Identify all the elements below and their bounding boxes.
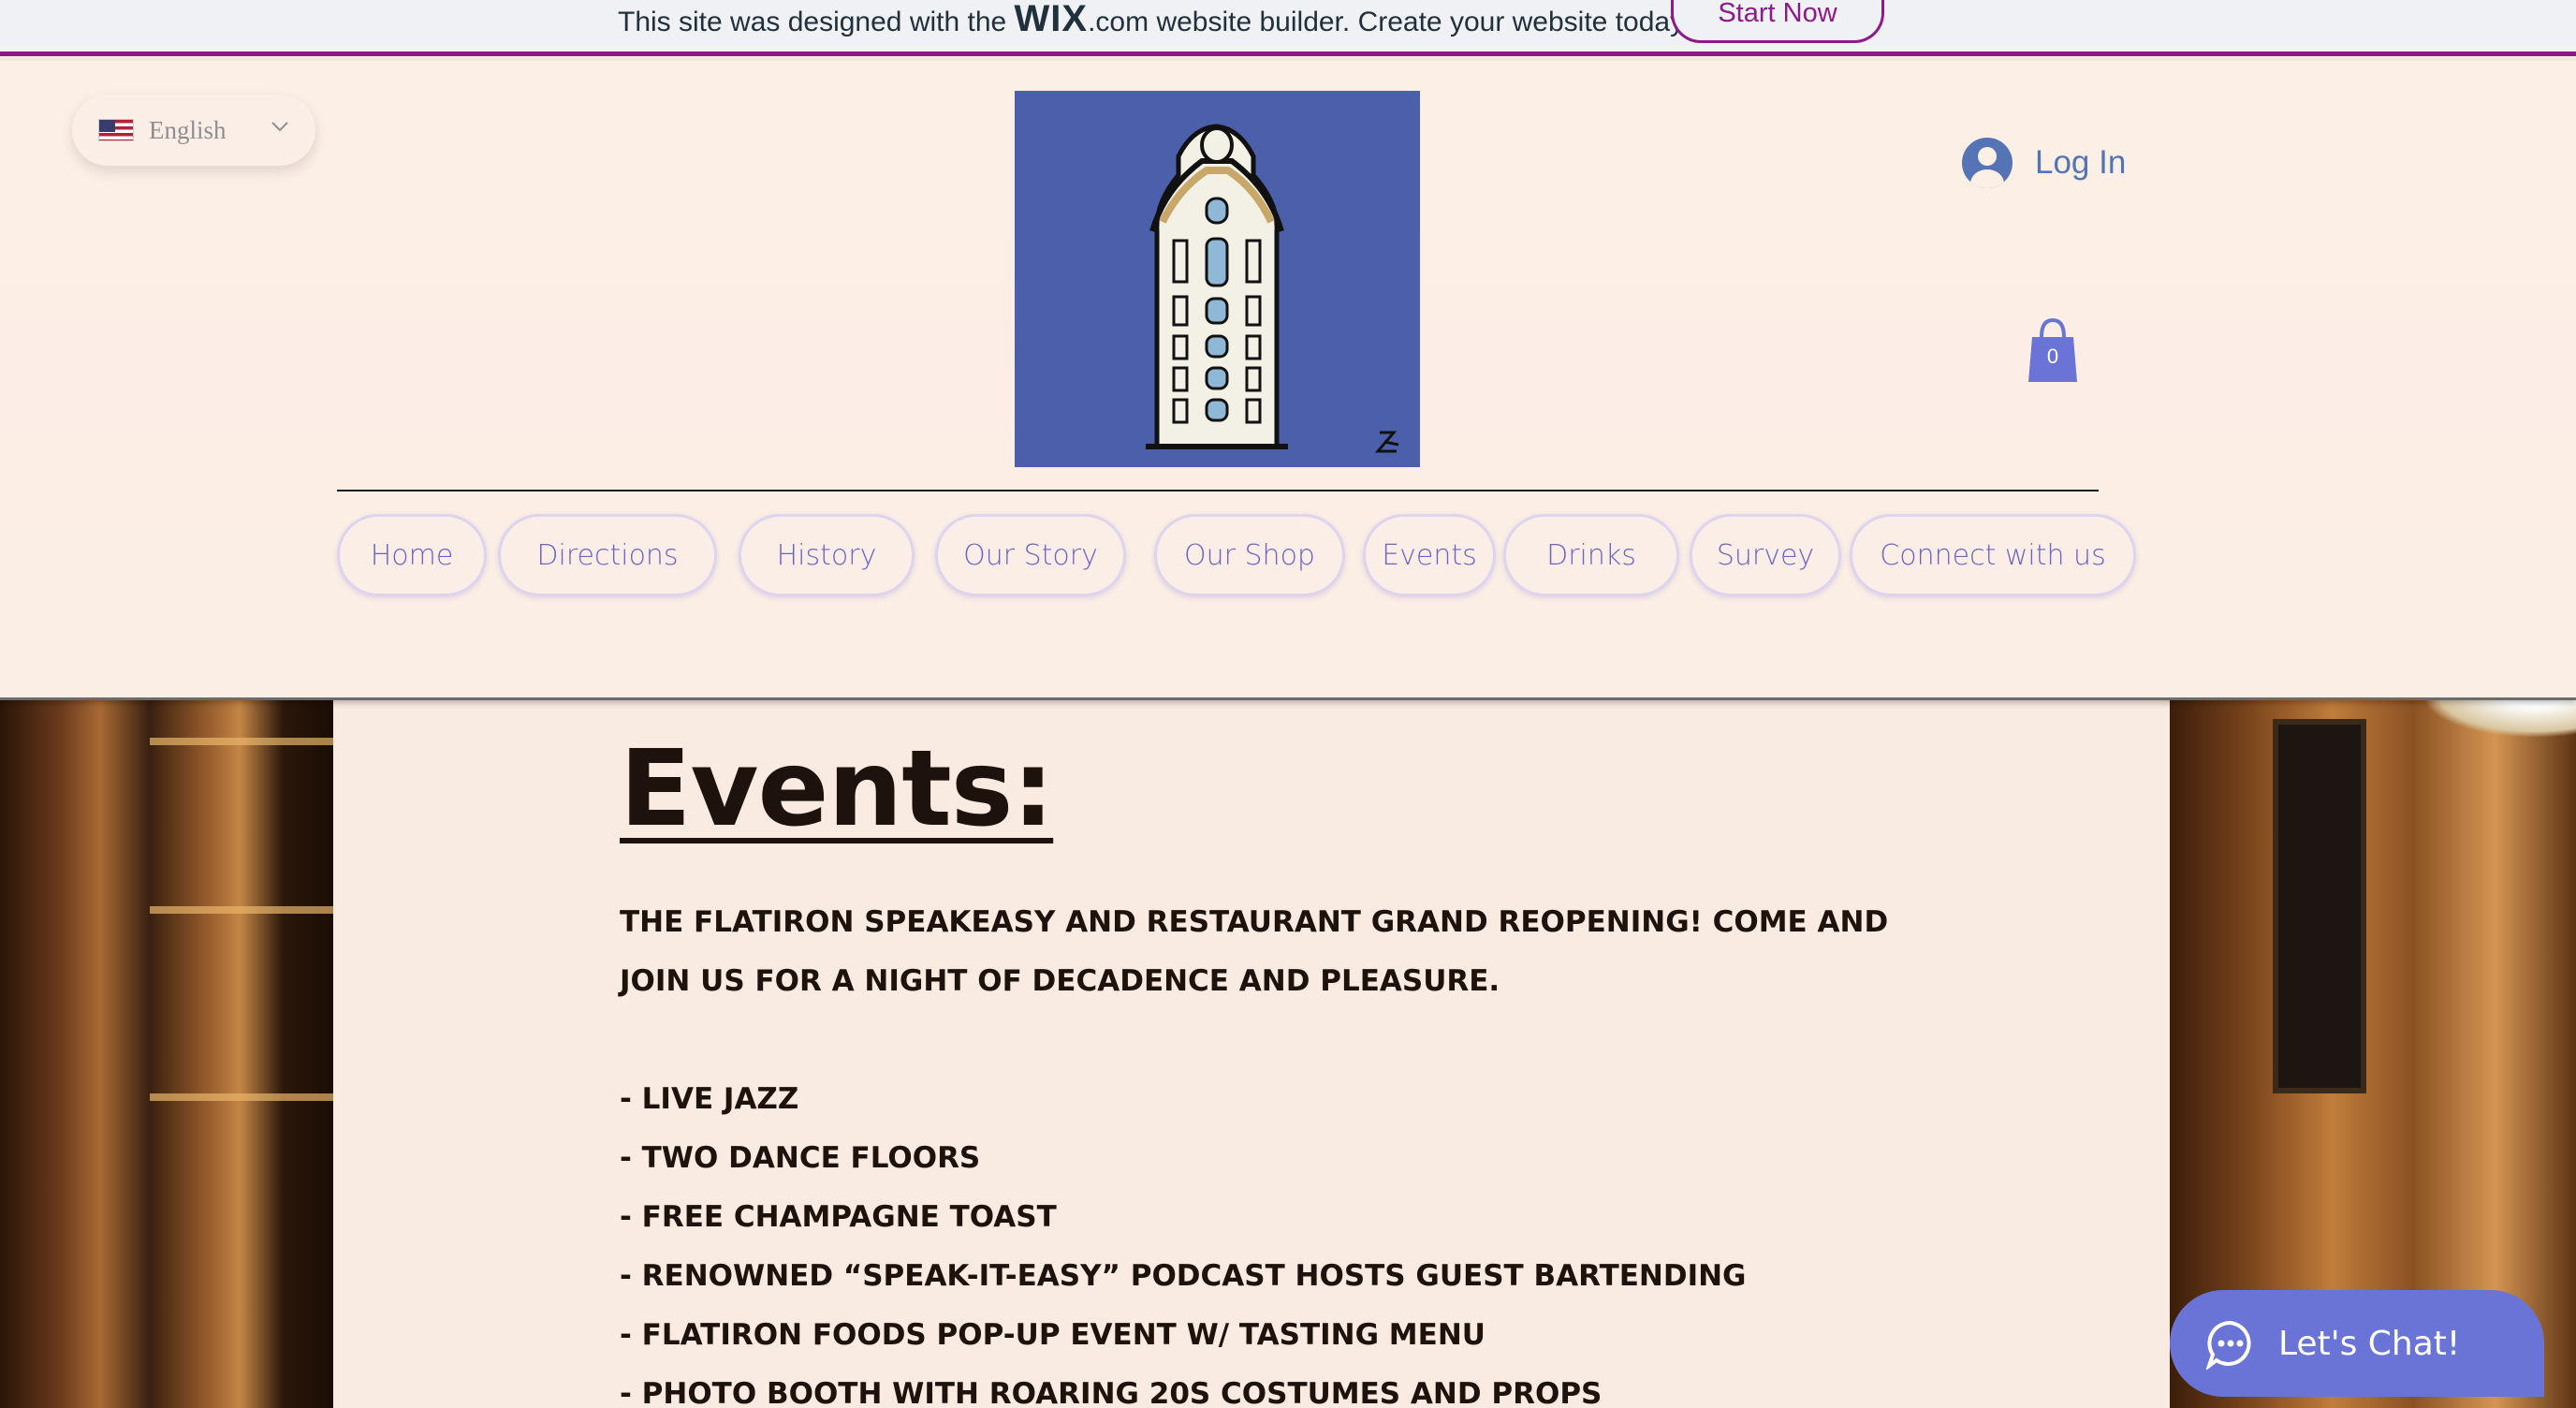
list-item: - LIVE JAZZ: [620, 1082, 799, 1116]
flatiron-building-icon: [1015, 91, 1420, 467]
login-button[interactable]: Log In: [1962, 138, 2126, 188]
list-item: - TWO DANCE FLOORS: [620, 1141, 981, 1175]
header-divider: [337, 490, 2099, 491]
intro-line: JOIN US FOR A NIGHT OF DECADENCE AND PLE…: [620, 964, 1500, 998]
wix-promo-text: This site was designed with the WIX.com …: [618, 0, 1690, 40]
events-section: Events: THE FLATIRON SPEAKEASY AND RESTA…: [333, 700, 2170, 1408]
user-avatar-icon: [1962, 138, 2012, 188]
cart-button[interactable]: 0: [2027, 316, 2079, 382]
list-item: - FREE CHAMPAGNE TOAST: [620, 1200, 1057, 1234]
wix-text-before: This site was designed with the: [618, 7, 1015, 37]
list-item: - RENOWNED “SPEAK-IT-EASY” PODCAST HOSTS…: [620, 1259, 1747, 1293]
language-label: English: [149, 115, 227, 144]
nav-survey[interactable]: Survey: [1690, 514, 1841, 596]
intro-line: THE FLATIRON SPEAKEASY AND RESTAURANT GR…: [620, 905, 1889, 939]
wix-logo: WIX: [1014, 0, 1089, 39]
nav-our-shop[interactable]: Our Shop: [1154, 514, 1345, 596]
shelf-light: [150, 906, 333, 914]
pendant-lamp: [2422, 700, 2576, 738]
cart-count: 0: [2046, 345, 2059, 368]
shelf-light: [150, 1093, 333, 1101]
chevron-down-icon: [271, 122, 288, 132]
chat-label: Let's Chat!: [2278, 1324, 2461, 1363]
events-description: THE FLATIRON SPEAKEASY AND RESTAURANT GR…: [620, 893, 1889, 1408]
nav-drinks[interactable]: Drinks: [1503, 514, 1679, 596]
wix-text-after: .com website builder. Create your websit…: [1088, 7, 1690, 37]
flatiron-logo[interactable]: [1015, 91, 1420, 467]
login-label: Log In: [2035, 144, 2127, 181]
nav-connect-with-us[interactable]: Connect with us: [1850, 514, 2136, 596]
nav-history[interactable]: History: [739, 514, 915, 596]
start-now-button[interactable]: Start Now: [1671, 0, 1884, 43]
list-item: - PHOTO BOOTH WITH ROARING 20S COSTUMES …: [620, 1377, 1603, 1408]
nav-directions[interactable]: Directions: [498, 514, 717, 596]
shelf-light: [150, 738, 333, 745]
menu-chalkboard: [2273, 719, 2366, 1093]
main-navigation: Home Directions History Our Story Our Sh…: [0, 514, 2576, 598]
chat-bubble-icon: [2205, 1320, 2251, 1370]
nav-home[interactable]: Home: [337, 514, 487, 596]
chat-button[interactable]: Let's Chat!: [2170, 1290, 2544, 1397]
nav-events[interactable]: Events: [1363, 514, 1496, 596]
wix-promo-banner: This site was designed with the WIX.com …: [0, 0, 2576, 56]
language-selector[interactable]: English: [72, 95, 315, 166]
site-header: English Log In 0 Home Directions History…: [0, 61, 2576, 700]
list-item: - FLATIRON FOODS POP-UP EVENT W/ TASTING…: [620, 1318, 1486, 1352]
page-title: Events:: [620, 728, 1054, 850]
nav-our-story[interactable]: Our Story: [935, 514, 1126, 596]
bar-background-left: [0, 700, 333, 1408]
flag-us-icon: [98, 119, 134, 141]
